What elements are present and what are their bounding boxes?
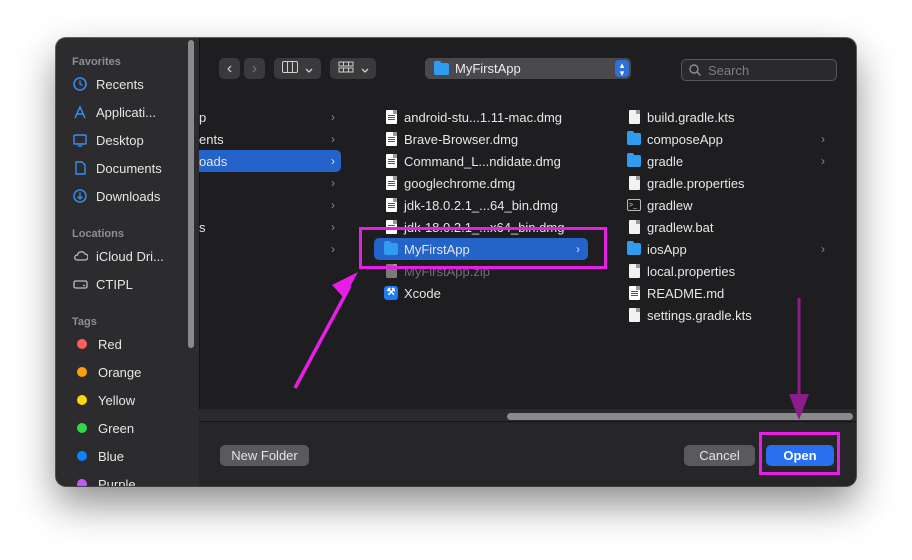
arrow-to-myfirstapp: [293, 285, 352, 389]
arrow-head-icon: [789, 394, 809, 420]
arrow-head-icon: [332, 272, 358, 298]
annotation-arrows: [293, 272, 809, 420]
